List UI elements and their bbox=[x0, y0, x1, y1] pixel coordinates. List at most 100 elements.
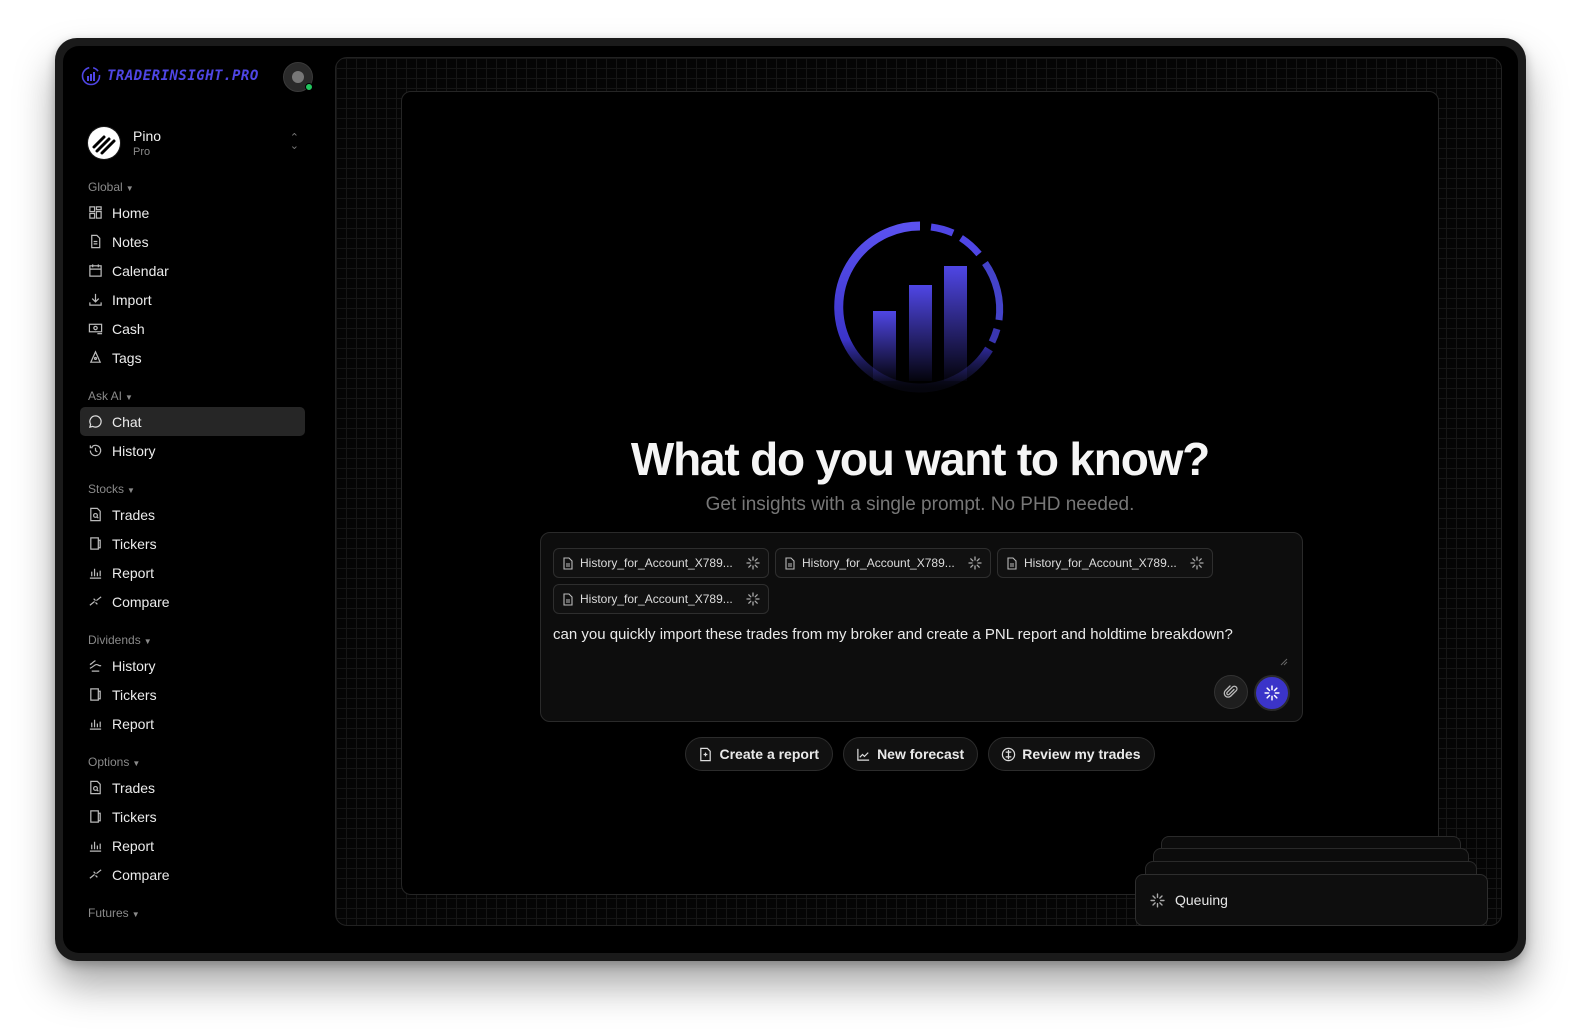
sidebar-item-dividends-history[interactable]: History bbox=[80, 651, 305, 680]
file-icon bbox=[563, 592, 573, 606]
logo-icon bbox=[81, 66, 101, 86]
loading-spinner-icon bbox=[1150, 892, 1165, 908]
action-label: Create a report bbox=[719, 746, 820, 762]
sidebar-item-label: Tickers bbox=[112, 686, 157, 703]
sidebar-item-label: Notes bbox=[112, 233, 149, 250]
sidebar-item-tags[interactable]: Tags bbox=[80, 343, 305, 372]
cash-icon bbox=[88, 323, 103, 335]
section-title-global[interactable]: Global ▼ bbox=[80, 176, 305, 198]
sidebar-item-label: Report bbox=[112, 715, 155, 732]
sidebar-item-label: Compare bbox=[112, 593, 170, 610]
new-forecast-button[interactable]: New forecast bbox=[843, 737, 979, 771]
tickers-icon bbox=[90, 810, 101, 823]
attachment-list: History_for_Account_X789... History_for_… bbox=[553, 548, 1293, 614]
sidebar-item-chat[interactable]: Chat bbox=[80, 407, 305, 436]
sidebar-item-stocks-tickers[interactable]: Tickers bbox=[80, 529, 305, 558]
sidebar-item-stocks-report[interactable]: Report bbox=[80, 558, 305, 587]
sidebar-item-stocks-compare[interactable]: Compare bbox=[80, 587, 305, 616]
user-avatar[interactable] bbox=[283, 62, 313, 92]
resize-handle-icon[interactable] bbox=[1280, 658, 1288, 666]
sidebar-item-calendar[interactable]: Calendar bbox=[80, 256, 305, 285]
prompt-input[interactable]: can you quickly import these trades from… bbox=[553, 623, 1253, 647]
sidebar-item-home[interactable]: Home bbox=[80, 198, 305, 227]
sidebar: TRADERINSIGHT.PRO Pino Pro ⌃ ⌄ Global ▼ … bbox=[63, 46, 327, 953]
account-switcher[interactable]: Pino Pro ⌃ ⌄ bbox=[87, 118, 307, 168]
brand-name: TRADERINSIGHT.PRO bbox=[107, 68, 259, 84]
sidebar-item-label: Report bbox=[112, 837, 155, 854]
bar-chart-icon bbox=[89, 841, 102, 852]
sidebar-item-options-trades[interactable]: Trades bbox=[80, 773, 305, 802]
sidebar-item-label: Trades bbox=[112, 506, 156, 523]
trades-icon bbox=[90, 507, 101, 522]
sidebar-item-label: Tickers bbox=[112, 535, 157, 552]
sidebar-item-cash[interactable]: Cash bbox=[80, 314, 305, 343]
account-logo-icon bbox=[87, 126, 121, 160]
chat-icon bbox=[89, 415, 102, 428]
sidebar-item-dividends-report[interactable]: Report bbox=[80, 709, 305, 738]
sidebar-item-label: Trades bbox=[112, 779, 156, 796]
loading-spinner-icon bbox=[968, 556, 982, 570]
compare-icon bbox=[89, 869, 102, 879]
attachment-chip[interactable]: History_for_Account_X789... bbox=[997, 548, 1213, 578]
attachment-name: History_for_Account_X789... bbox=[1024, 556, 1177, 570]
toast-status: Queuing bbox=[1175, 892, 1228, 908]
sidebar-item-options-tickers[interactable]: Tickers bbox=[80, 802, 305, 831]
sidebar-item-ai-history[interactable]: History bbox=[80, 436, 305, 465]
account-name: Pino bbox=[133, 128, 162, 144]
status-toast[interactable]: Queuing bbox=[1135, 874, 1488, 926]
sidebar-item-options-report[interactable]: Report bbox=[80, 831, 305, 860]
review-trades-button[interactable]: Review my trades bbox=[988, 737, 1155, 771]
section-title-options[interactable]: Options ▼ bbox=[80, 751, 305, 773]
tag-icon bbox=[89, 350, 102, 363]
account-plan: Pro bbox=[133, 146, 151, 158]
create-report-button[interactable]: Create a report bbox=[685, 737, 834, 771]
loading-spinner-icon bbox=[746, 592, 760, 606]
loading-spinner-icon bbox=[1190, 556, 1204, 570]
bar-chart-icon bbox=[89, 719, 102, 730]
section-title-stocks[interactable]: Stocks ▼ bbox=[80, 478, 305, 500]
sidebar-item-label: Chat bbox=[112, 413, 142, 430]
file-icon bbox=[1007, 556, 1017, 570]
attachment-name: History_for_Account_X789... bbox=[802, 556, 955, 570]
report-icon bbox=[700, 747, 712, 761]
sidebar-item-stocks-trades[interactable]: Trades bbox=[80, 500, 305, 529]
sidebar-item-label: Home bbox=[112, 204, 150, 221]
insights-logo-icon bbox=[834, 221, 1004, 393]
action-label: New forecast bbox=[877, 746, 965, 762]
sidebar-item-label: History bbox=[112, 442, 156, 459]
compare-icon bbox=[89, 596, 102, 606]
sidebar-item-label: Tags bbox=[112, 349, 142, 366]
bar-chart-icon bbox=[89, 568, 102, 579]
chevron-updown-icon[interactable]: ⌃ ⌄ bbox=[290, 133, 299, 152]
suggested-actions: Create a report New forecast Review my t… bbox=[402, 737, 1438, 771]
section-title-futures[interactable]: Futures ▼ bbox=[80, 902, 305, 924]
sidebar-item-dividends-tickers[interactable]: Tickers bbox=[80, 680, 305, 709]
section-title-ask-ai[interactable]: Ask AI ▼ bbox=[80, 385, 305, 407]
device-frame: TRADERINSIGHT.PRO Pino Pro ⌃ ⌄ Global ▼ … bbox=[55, 38, 1526, 961]
attachment-chip[interactable]: History_for_Account_X789... bbox=[553, 584, 769, 614]
main-area: What do you want to know? Get insights w… bbox=[335, 57, 1502, 926]
review-icon bbox=[1002, 747, 1016, 761]
page-subtitle: Get insights with a single prompt. No PH… bbox=[705, 494, 1135, 515]
sidebar-item-options-compare[interactable]: Compare bbox=[80, 860, 305, 889]
trades-icon bbox=[90, 780, 101, 795]
history-icon bbox=[89, 444, 102, 457]
attachment-chip[interactable]: History_for_Account_X789... bbox=[553, 548, 769, 578]
online-status-dot bbox=[305, 83, 313, 91]
section-title-dividends[interactable]: Dividends ▼ bbox=[80, 629, 305, 651]
attach-file-button[interactable] bbox=[1214, 675, 1248, 709]
sidebar-nav: Global ▼ Home Notes Calendar Import Cash… bbox=[80, 176, 305, 924]
attachment-chip[interactable]: History_for_Account_X789... bbox=[775, 548, 991, 578]
send-button[interactable] bbox=[1254, 675, 1290, 711]
avatar-icon bbox=[292, 71, 304, 83]
loading-spinner-icon bbox=[746, 556, 760, 570]
sidebar-item-label: Import bbox=[112, 291, 152, 308]
sidebar-item-import[interactable]: Import bbox=[80, 285, 305, 314]
download-icon bbox=[89, 293, 102, 306]
calendar-icon bbox=[89, 264, 102, 277]
file-icon bbox=[563, 556, 573, 570]
tickers-icon bbox=[90, 537, 101, 550]
brand[interactable]: TRADERINSIGHT.PRO bbox=[81, 66, 259, 86]
sidebar-item-label: Calendar bbox=[112, 262, 169, 279]
sidebar-item-notes[interactable]: Notes bbox=[80, 227, 305, 256]
